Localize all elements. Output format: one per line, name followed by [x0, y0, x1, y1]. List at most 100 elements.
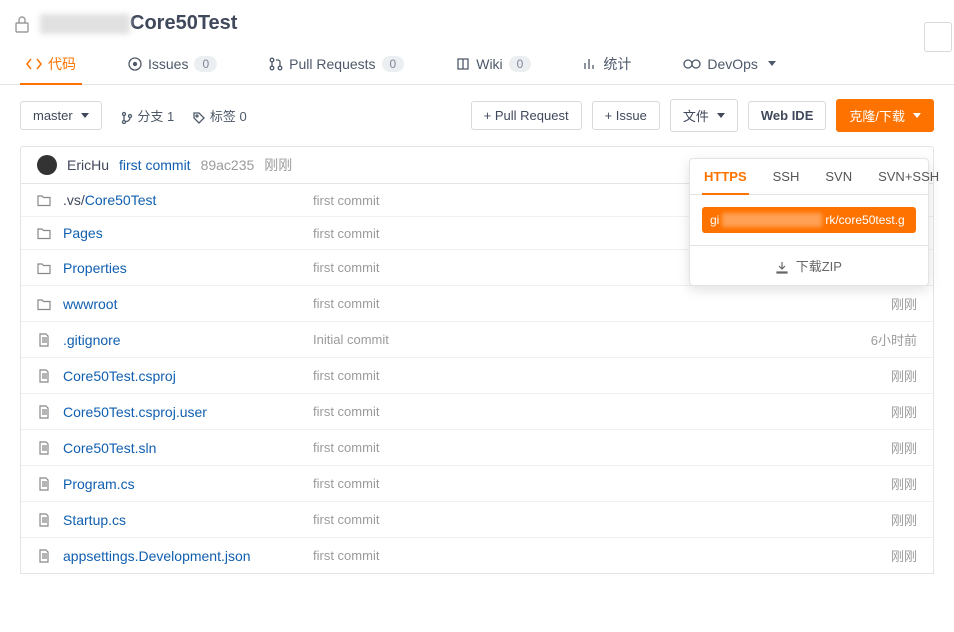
- tab-issues-label: Issues: [148, 56, 188, 72]
- file-time: 刚刚: [891, 474, 917, 493]
- file-name[interactable]: .gitignore: [63, 332, 313, 348]
- url-prefix: gi: [710, 213, 719, 227]
- branch-selector[interactable]: master: [20, 101, 102, 130]
- caret-down-icon: [768, 61, 776, 66]
- lock-icon: [14, 15, 30, 33]
- repo-header: Core50Test: [0, 0, 954, 43]
- tab-wiki-label: Wiki: [476, 56, 502, 72]
- tab-pull-requests[interactable]: Pull Requests 0: [263, 43, 410, 85]
- caret-down-icon: [717, 113, 725, 118]
- new-issue-button[interactable]: + Issue: [592, 101, 660, 130]
- tab-wiki[interactable]: Wiki 0: [450, 43, 537, 85]
- file-name[interactable]: .vs/Core50Test: [63, 192, 313, 208]
- new-pr-button[interactable]: + Pull Request: [471, 101, 582, 130]
- protocol-svnssh[interactable]: SVN+SSH: [876, 159, 941, 194]
- file-row: .gitignoreInitial commit6小时前: [21, 322, 933, 358]
- toolbar-right: + Pull Request + Issue 文件 Web IDE 克隆/下载: [471, 99, 934, 132]
- clone-label: 克隆/下载: [849, 106, 905, 125]
- folder-icon: [37, 261, 53, 275]
- tab-devops[interactable]: DevOps: [677, 43, 782, 85]
- pr-badge: 0: [382, 56, 405, 72]
- tab-code-label: 代码: [48, 54, 76, 74]
- tab-issues[interactable]: Issues 0: [122, 43, 223, 85]
- file-time: 刚刚: [891, 546, 917, 565]
- tab-stats[interactable]: 统计: [577, 43, 637, 85]
- protocol-svn[interactable]: SVN: [823, 159, 854, 194]
- file-commit-msg[interactable]: first commit: [313, 512, 891, 527]
- files-button[interactable]: 文件: [670, 99, 738, 132]
- file-time: 6小时前: [871, 330, 917, 349]
- file-name[interactable]: Program.cs: [63, 476, 313, 492]
- nav-tabs: 代码 Issues 0 Pull Requests 0 Wiki 0 统计 De…: [0, 43, 954, 85]
- branch-info: 分支 1 标签 0: [120, 106, 247, 125]
- issues-badge: 0: [194, 56, 217, 72]
- repo-title: Core50Test: [40, 12, 237, 35]
- file-row: appsettings.Development.jsonfirst commit…: [21, 538, 933, 573]
- file-commit-msg[interactable]: first commit: [313, 548, 891, 563]
- clone-download-button[interactable]: 克隆/下载: [836, 99, 934, 132]
- folder-icon: [37, 297, 53, 311]
- file-icon: [37, 513, 53, 527]
- file-name[interactable]: Core50Test.csproj: [63, 368, 313, 384]
- protocol-https[interactable]: HTTPS: [702, 159, 749, 194]
- file-icon: [37, 477, 53, 491]
- clone-dropdown: HTTPS SSH SVN SVN+SSH gi rk/core50test.g…: [689, 158, 929, 286]
- file-commit-msg[interactable]: first commit: [313, 296, 891, 311]
- caret-down-icon: [81, 113, 89, 118]
- commit-message[interactable]: first commit: [119, 157, 191, 173]
- file-commit-msg[interactable]: first commit: [313, 476, 891, 491]
- file-name[interactable]: Properties: [63, 260, 313, 276]
- tab-devops-label: DevOps: [707, 56, 758, 72]
- branch-name: master: [33, 108, 73, 123]
- file-commit-msg[interactable]: first commit: [313, 404, 891, 419]
- url-blur: [722, 213, 822, 227]
- file-name[interactable]: Pages: [63, 225, 313, 241]
- file-time: 刚刚: [891, 402, 917, 421]
- file-name[interactable]: wwwroot: [63, 296, 313, 312]
- file-name[interactable]: Core50Test.sln: [63, 440, 313, 456]
- tab-code[interactable]: 代码: [20, 43, 82, 85]
- tags-link[interactable]: 标签 0: [192, 106, 247, 125]
- web-ide-button[interactable]: Web IDE: [748, 101, 827, 130]
- file-row: Program.csfirst commit刚刚: [21, 466, 933, 502]
- tab-stats-label: 统计: [603, 54, 631, 74]
- download-zip-label: 下载ZIP: [796, 259, 842, 274]
- file-time: 刚刚: [891, 366, 917, 385]
- tab-pr-label: Pull Requests: [289, 56, 375, 72]
- file-row: Core50Test.csprojfirst commit刚刚: [21, 358, 933, 394]
- file-time: 刚刚: [891, 510, 917, 529]
- protocol-ssh[interactable]: SSH: [771, 159, 802, 194]
- file-row: wwwrootfirst commit刚刚: [21, 286, 933, 322]
- file-commit-msg[interactable]: Initial commit: [313, 332, 871, 347]
- file-icon: [37, 333, 53, 347]
- branches-link[interactable]: 分支 1: [120, 106, 175, 125]
- file-commit-msg[interactable]: first commit: [313, 440, 891, 455]
- download-zip-button[interactable]: 下载ZIP: [690, 245, 928, 285]
- file-icon: [37, 369, 53, 383]
- caret-down-icon: [913, 113, 921, 118]
- commit-time: 刚刚: [264, 155, 292, 175]
- url-suffix: rk/core50test.g: [825, 213, 904, 227]
- file-time: 刚刚: [891, 294, 917, 313]
- right-box[interactable]: [924, 22, 952, 52]
- file-name[interactable]: Startup.cs: [63, 512, 313, 528]
- file-name[interactable]: Core50Test.csproj.user: [63, 404, 313, 420]
- commit-hash[interactable]: 89ac235: [201, 157, 255, 173]
- files-label: 文件: [683, 106, 709, 125]
- wiki-badge: 0: [509, 56, 532, 72]
- file-icon: [37, 549, 53, 563]
- file-row: Core50Test.csproj.userfirst commit刚刚: [21, 394, 933, 430]
- folder-icon: [37, 193, 53, 207]
- file-commit-msg[interactable]: first commit: [313, 368, 891, 383]
- owner-blur: [40, 14, 130, 34]
- file-row: Core50Test.slnfirst commit刚刚: [21, 430, 933, 466]
- file-name[interactable]: appsettings.Development.json: [63, 548, 313, 564]
- file-time: 刚刚: [891, 438, 917, 457]
- commit-author[interactable]: EricHu: [67, 157, 109, 173]
- file-row: Startup.csfirst commit刚刚: [21, 502, 933, 538]
- repo-name: Core50Test: [130, 12, 237, 35]
- clone-url-box[interactable]: gi rk/core50test.g: [702, 207, 916, 233]
- toolbar-left: master 分支 1 标签 0: [20, 101, 247, 130]
- file-icon: [37, 441, 53, 455]
- folder-icon: [37, 226, 53, 240]
